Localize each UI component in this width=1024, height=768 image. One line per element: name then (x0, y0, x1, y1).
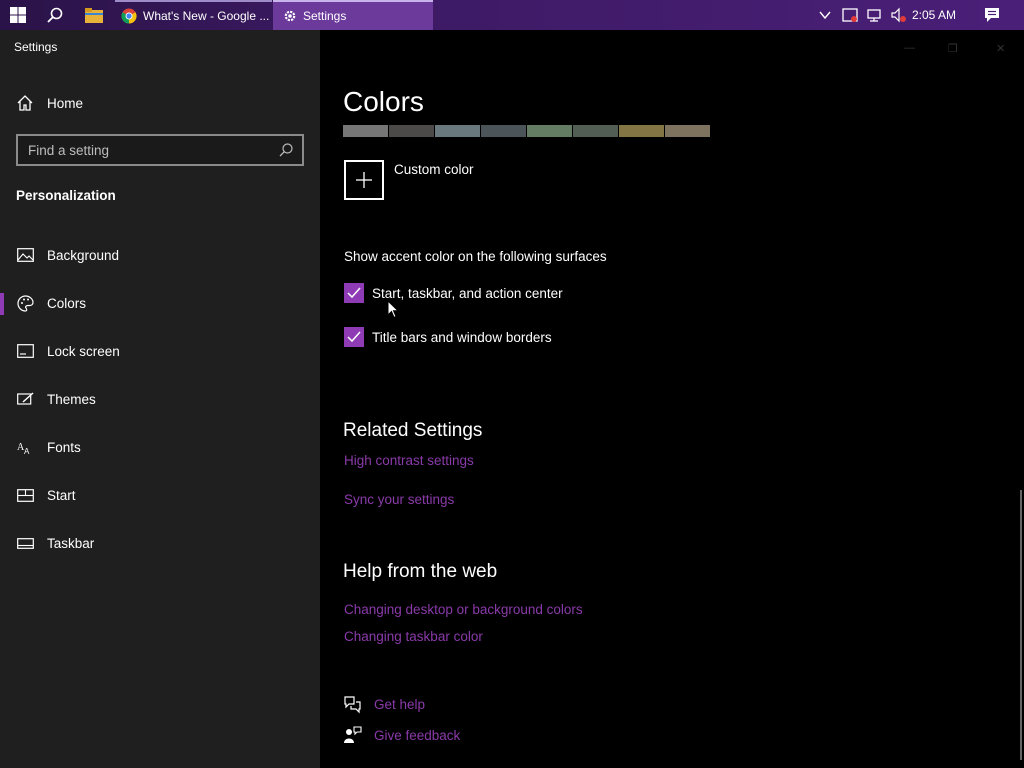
checkbox-label: Start, taskbar, and action center (372, 285, 563, 301)
page-title: Colors (343, 86, 424, 117)
chevron-up-icon[interactable] (818, 8, 832, 22)
color-swatch[interactable] (665, 125, 710, 137)
sync-settings-link[interactable]: Sync your settings (344, 492, 454, 507)
sidebar-item-label: Taskbar (47, 535, 95, 551)
color-swatch[interactable] (435, 125, 480, 137)
app-title: Settings (14, 40, 58, 54)
windows-logo-icon (10, 7, 26, 23)
close-button[interactable]: ✕ (996, 42, 1005, 55)
sidebar-item-start[interactable]: Start (0, 475, 320, 515)
folder-icon (85, 7, 103, 23)
checkbox[interactable] (344, 327, 364, 347)
sidebar-item-themes[interactable]: Themes (0, 379, 320, 419)
home-icon (17, 95, 33, 111)
gear-icon (284, 10, 296, 22)
search-box[interactable] (16, 134, 304, 166)
checkmark-icon (347, 331, 361, 343)
checkbox[interactable] (344, 283, 364, 303)
surfaces-title: Show accent color on the following surfa… (344, 249, 607, 264)
get-help-link[interactable]: Get help (374, 697, 425, 712)
fonts-icon: A A (16, 438, 34, 456)
chat-help-icon (344, 696, 361, 714)
home-nav[interactable]: Home (16, 94, 83, 112)
section-header: Personalization (16, 188, 116, 203)
search-icon[interactable] (278, 142, 294, 158)
custom-color-label[interactable]: Custom color (394, 162, 474, 177)
help-link-taskbar-color[interactable]: Changing taskbar color (344, 629, 483, 644)
sidebar-item-label: Colors (47, 295, 87, 311)
search-taskbar-button[interactable] (36, 0, 74, 30)
sidebar-item-label: Fonts (47, 439, 81, 455)
color-swatch[interactable] (527, 125, 572, 137)
search-input[interactable] (28, 142, 268, 158)
high-contrast-link[interactable]: High contrast settings (344, 453, 474, 468)
help-heading: Help from the web (343, 561, 498, 582)
volume-muted-icon[interactable] (890, 7, 908, 23)
sidebar-item-label: Start (47, 487, 76, 503)
sidebar-item-label: Background (47, 247, 120, 263)
related-settings-heading: Related Settings (343, 420, 483, 441)
chrome-icon (121, 8, 137, 24)
checkbox-title-bars[interactable]: Title bars and window borders (344, 327, 552, 347)
selection-indicator (0, 293, 4, 315)
color-swatch[interactable] (619, 125, 664, 137)
give-feedback-link[interactable]: Give feedback (374, 728, 460, 743)
maximize-button[interactable]: ❐ (948, 42, 958, 55)
sidebar-item-lock-screen[interactable]: Lock screen (0, 331, 320, 371)
sidebar-item-colors[interactable]: Colors (0, 283, 320, 323)
action-center-button[interactable] (978, 0, 1006, 30)
help-link-desktop-colors[interactable]: Changing desktop or background colors (344, 602, 583, 617)
sidebar-item-taskbar[interactable]: Taskbar (0, 523, 320, 563)
color-swatch[interactable] (343, 125, 388, 137)
file-explorer-button[interactable] (76, 0, 112, 30)
color-swatch[interactable] (573, 125, 618, 137)
network-icon[interactable] (866, 7, 882, 23)
minimize-button[interactable]: — (904, 42, 915, 54)
notification-icon (985, 8, 999, 22)
checkbox-start-taskbar[interactable]: Start, taskbar, and action center (344, 283, 563, 303)
picture-icon (16, 246, 34, 264)
custom-color-button[interactable] (344, 160, 384, 200)
sidebar-item-fonts[interactable]: A A Fonts (0, 427, 320, 467)
clock[interactable]: 2:05 AM (912, 0, 956, 30)
system-tray (818, 0, 908, 30)
main-content: — ❐ ✕ Colors Custom color Show accent co… (320, 30, 1024, 768)
checkbox-label: Title bars and window borders (372, 329, 552, 345)
mouse-cursor-icon (387, 300, 399, 319)
taskbar-app-settings[interactable]: Settings (273, 0, 433, 30)
search-icon (47, 7, 63, 23)
taskbar-icon (16, 534, 34, 552)
taskbar-app-label: What's New - Google ... (143, 9, 270, 23)
taskbar-app-chrome[interactable]: What's New - Google ... (115, 0, 272, 30)
taskbar: What's New - Google ... Settings 2:05 AM (0, 0, 1024, 30)
color-swatch[interactable] (481, 125, 526, 137)
feedback-icon (344, 726, 362, 743)
color-swatch[interactable] (389, 125, 434, 137)
palette-icon (16, 294, 34, 312)
plus-icon (356, 172, 372, 188)
sidebar-item-background[interactable]: Background (0, 235, 320, 275)
svg-text:A: A (24, 447, 30, 455)
taskbar-app-label: Settings (303, 9, 347, 23)
start-button[interactable] (0, 0, 36, 30)
defender-icon[interactable] (842, 7, 858, 23)
sidebar-item-label: Themes (47, 391, 96, 407)
lock-screen-icon (16, 342, 34, 360)
color-swatches (343, 125, 711, 137)
checkmark-icon (347, 287, 361, 299)
get-help-row[interactable]: Get help (342, 694, 425, 714)
sidebar-item-label: Lock screen (47, 343, 120, 359)
start-icon (16, 486, 34, 504)
themes-icon (16, 390, 34, 408)
sidebar: Settings Home Personalization Background… (0, 30, 320, 768)
home-label: Home (47, 95, 84, 111)
give-feedback-row[interactable]: Give feedback (342, 725, 460, 745)
scrollbar[interactable] (1020, 490, 1022, 760)
